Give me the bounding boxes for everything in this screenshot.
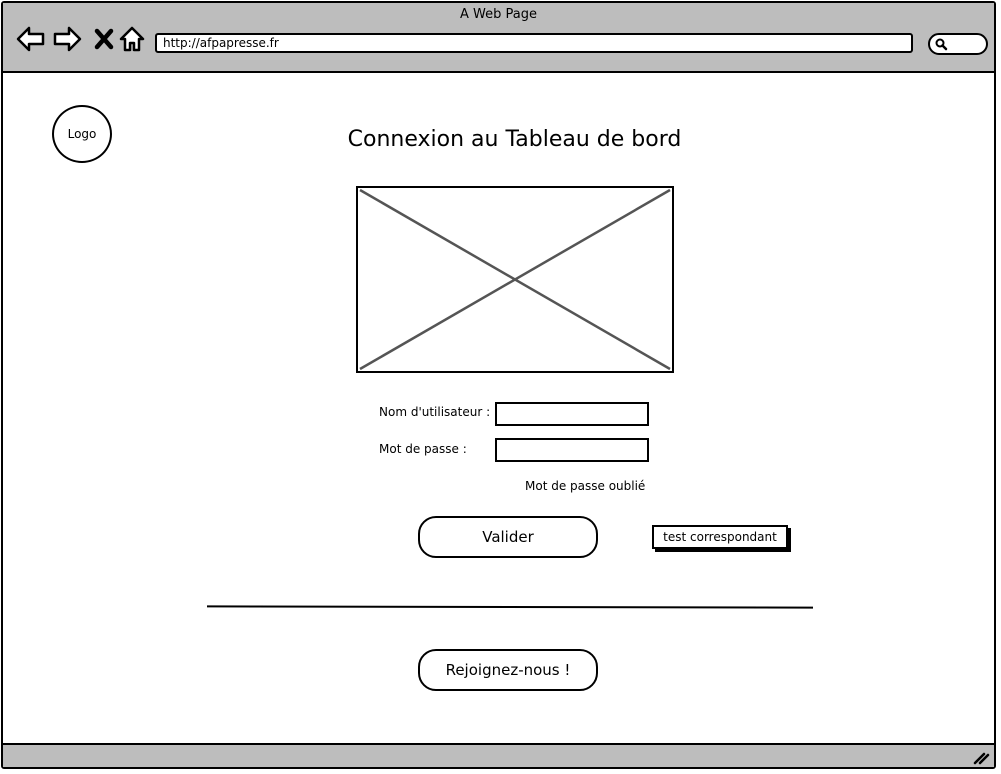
submit-button[interactable]: Valider [418, 516, 598, 558]
forward-arrow-icon[interactable] [52, 24, 82, 54]
logo-label: Logo [67, 127, 97, 141]
page-title: Connexion au Tableau de bord [347, 127, 682, 152]
back-arrow-icon[interactable] [16, 24, 46, 54]
resize-grip-icon[interactable] [972, 749, 990, 765]
password-input[interactable] [495, 438, 649, 462]
join-button[interactable]: Rejoignez-nous ! [418, 649, 598, 691]
home-icon[interactable] [117, 24, 147, 54]
password-label: Mot de passe : [379, 442, 467, 456]
browser-toolbar: A Web Page [3, 3, 994, 73]
logo: Logo [52, 105, 112, 163]
test-correspondant-button[interactable]: test correspondant [652, 525, 788, 549]
close-x-icon[interactable] [89, 24, 119, 54]
image-placeholder [356, 186, 674, 373]
username-input[interactable] [495, 402, 649, 426]
browser-window: A Web Page Logo Connexion au Tableau de … [1, 1, 996, 769]
forgot-password-link[interactable]: Mot de passe oublié [525, 479, 645, 493]
divider [206, 605, 814, 609]
search-box[interactable] [928, 33, 988, 55]
window-title: A Web Page [460, 7, 537, 22]
status-bar [3, 743, 994, 767]
username-label: Nom d'utilisateur : [379, 405, 491, 419]
search-icon [935, 38, 948, 51]
image-placeholder-cross [359, 188, 671, 371]
url-input[interactable] [155, 33, 913, 53]
